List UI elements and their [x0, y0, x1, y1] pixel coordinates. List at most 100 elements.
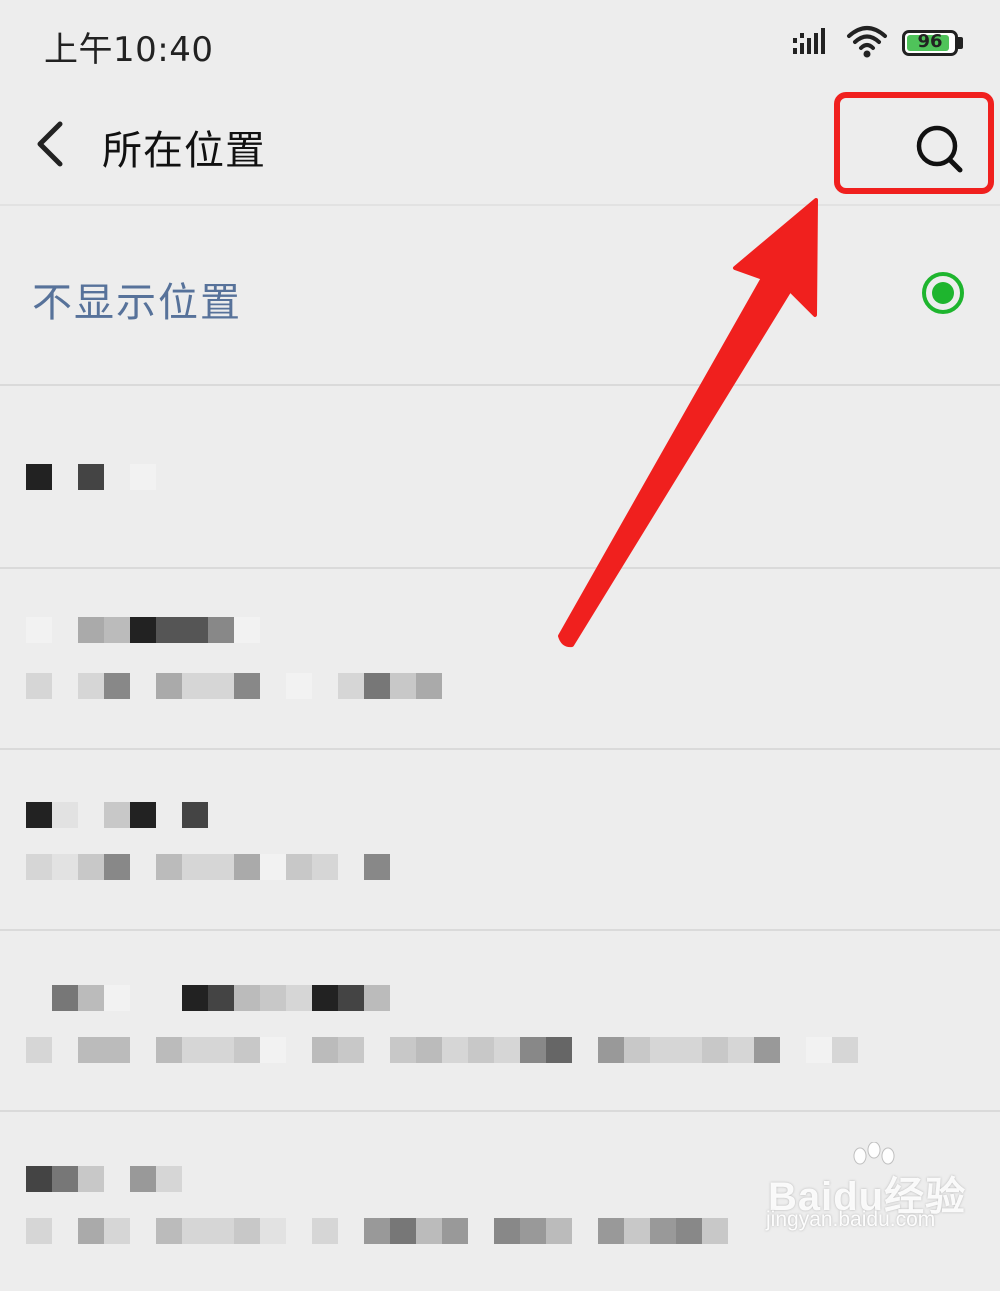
pixelated-location-text: [26, 985, 858, 1063]
pixel-block: [104, 1037, 130, 1063]
pixel-block: [208, 1037, 234, 1063]
pixel-block: [104, 985, 130, 1011]
pixel-block: [312, 985, 338, 1011]
pixel-block: [364, 985, 390, 1011]
pixel-block: [520, 1037, 546, 1063]
pixel-block: [26, 1166, 52, 1192]
battery-icon: 96: [902, 30, 958, 56]
pixel-block: [182, 673, 208, 699]
pixel-block: [208, 673, 234, 699]
pixel-block: [78, 985, 104, 1011]
pixel-block: [156, 1218, 182, 1244]
pixel-block: [260, 985, 286, 1011]
pixel-block: [156, 854, 182, 880]
pixel-block: [208, 1218, 234, 1244]
location-item[interactable]: [0, 386, 1000, 569]
pixel-block: [234, 985, 260, 1011]
pixel-block: [52, 1166, 78, 1192]
pixel-block: [78, 464, 104, 490]
pixel-block: [286, 854, 312, 880]
no-location-option[interactable]: 不显示位置: [0, 206, 1000, 386]
pixel-block: [364, 854, 390, 880]
location-item[interactable]: [0, 748, 1000, 931]
pixelated-location-text: [26, 617, 442, 699]
pixel-block: [234, 673, 260, 699]
pixel-block: [26, 464, 52, 490]
pixel-block: [494, 1218, 520, 1244]
pixel-block: [78, 1218, 104, 1244]
pixel-block: [78, 673, 104, 699]
pixel-block: [78, 1037, 104, 1063]
back-icon[interactable]: [26, 114, 74, 174]
pixel-block: [130, 464, 156, 490]
pixel-block: [676, 1037, 702, 1063]
pixel-block: [390, 1218, 416, 1244]
baidu-watermark: Baidu经验 jingyan.baidu.com: [766, 1142, 1000, 1252]
pixel-block: [104, 673, 130, 699]
pixel-block: [234, 854, 260, 880]
radio-selected-icon[interactable]: [922, 272, 964, 314]
pixel-block: [312, 854, 338, 880]
pixel-block: [234, 1037, 260, 1063]
pixel-block: [286, 985, 312, 1011]
pixel-block: [598, 1037, 624, 1063]
pixel-block: [650, 1037, 676, 1063]
location-item[interactable]: [0, 567, 1000, 750]
battery-cap: [958, 37, 963, 49]
pixel-block: [338, 985, 364, 1011]
pixel-block: [156, 1037, 182, 1063]
location-item[interactable]: [0, 929, 1000, 1112]
pixel-block: [104, 1218, 130, 1244]
pixel-block: [26, 1037, 52, 1063]
page-title: 所在位置: [102, 128, 266, 174]
wifi-icon: [847, 26, 887, 58]
pixel-block: [832, 1037, 858, 1063]
pixel-block: [104, 854, 130, 880]
pixel-block: [416, 673, 442, 699]
pixel-block: [494, 1037, 520, 1063]
pixel-block: [182, 802, 208, 828]
pixel-block: [26, 802, 52, 828]
pixel-block: [546, 1037, 572, 1063]
pixel-block: [26, 854, 52, 880]
pixelated-location-text: [26, 464, 156, 490]
watermark-url: jingyan.baidu.com: [766, 1208, 936, 1231]
pixel-block: [182, 1037, 208, 1063]
pixel-block: [52, 854, 78, 880]
pixel-block: [182, 985, 208, 1011]
pixel-block: [806, 1037, 832, 1063]
pixel-block: [182, 617, 208, 643]
pixel-block: [208, 617, 234, 643]
pixel-block: [390, 1037, 416, 1063]
pixel-block: [234, 617, 260, 643]
pixel-block: [156, 1166, 182, 1192]
pixel-block: [390, 673, 416, 699]
pixel-block: [208, 985, 234, 1011]
pixel-block: [52, 985, 78, 1011]
pixel-block: [312, 1218, 338, 1244]
pixel-block: [78, 617, 104, 643]
pixel-block: [182, 1218, 208, 1244]
pixel-block: [468, 1037, 494, 1063]
pixel-block: [156, 673, 182, 699]
pixel-block: [78, 854, 104, 880]
pixel-block: [364, 673, 390, 699]
pixel-block: [104, 617, 130, 643]
pixel-block: [130, 1166, 156, 1192]
signal-icon: [793, 28, 825, 54]
status-time: 上午10:40: [44, 30, 214, 70]
pixel-block: [702, 1037, 728, 1063]
pixel-block: [104, 802, 130, 828]
pixel-block: [26, 617, 52, 643]
pixelated-location-text: [26, 802, 390, 880]
pixel-block: [312, 1037, 338, 1063]
pixel-block: [130, 802, 156, 828]
pixel-block: [624, 1218, 650, 1244]
search-highlight-box: [834, 92, 994, 194]
pixel-block: [702, 1218, 728, 1244]
pixel-block: [520, 1218, 546, 1244]
status-bar: 上午10:40 96: [0, 0, 1000, 88]
pixel-block: [676, 1218, 702, 1244]
pixel-block: [650, 1218, 676, 1244]
pixel-block: [78, 1166, 104, 1192]
